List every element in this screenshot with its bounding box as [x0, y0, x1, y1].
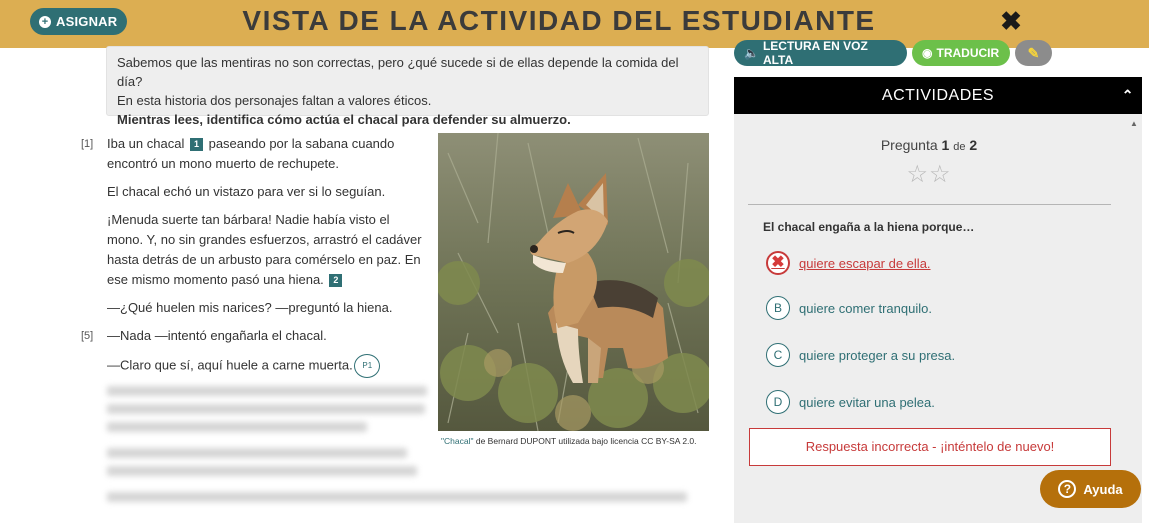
current-question-number: 1	[941, 137, 950, 153]
paragraph-number: [1]	[81, 138, 94, 150]
answer-text: quiere proteger a su presa.	[799, 347, 956, 363]
blurred-paragraph	[78, 386, 687, 502]
caption-credit: de Bernard DUPONT utilizada bajo licenci…	[473, 436, 697, 446]
story-paragraph: [5] —Nada —intentó engañarla el chacal.	[78, 326, 428, 346]
answer-text: quiere escapar de ella.	[799, 255, 931, 271]
toolbar: 🔈 LECTURA EN VOZ ALTA ◉ TRADUCIR ✎	[734, 39, 1052, 67]
globe-icon: ◉	[922, 46, 933, 60]
question-counter: Pregunta 1 de 2	[734, 137, 1124, 153]
divider	[748, 204, 1111, 205]
activities-header[interactable]: ACTIVIDADES ⌃	[734, 77, 1142, 114]
question-marker-p1[interactable]: P1	[354, 354, 381, 378]
answer-option-b[interactable]: B quiere comer tranquilo.	[766, 296, 932, 320]
jackal-photo	[438, 133, 709, 431]
option-letter: D	[766, 390, 790, 414]
help-button[interactable]: ? Ayuda	[1040, 470, 1141, 508]
story-text-segment: —Nada —intentó engañarla el chacal.	[107, 328, 327, 343]
chevron-up-icon[interactable]: ⌃	[1122, 77, 1134, 114]
read-aloud-label: LECTURA EN VOZ ALTA	[762, 39, 868, 67]
story-text: [1] Iba un chacal 1 paseando por la saba…	[78, 134, 687, 510]
total-questions: 2	[969, 137, 978, 153]
answer-text: quiere comer tranquilo.	[799, 300, 932, 316]
footnote-marker-1[interactable]: 1	[189, 138, 203, 152]
annotate-button[interactable]: ✎	[1015, 40, 1052, 66]
read-aloud-button[interactable]: 🔈 LECTURA EN VOZ ALTA	[734, 39, 907, 67]
question-word: Pregunta	[880, 137, 938, 153]
question-mark-icon: ?	[1058, 480, 1077, 498]
answer-option-a[interactable]: ✖ quiere escapar de ella.	[766, 251, 931, 275]
option-letter: C	[766, 343, 790, 367]
translate-button[interactable]: ◉ TRADUCIR	[912, 40, 1010, 66]
option-letter: B	[766, 296, 790, 320]
incorrect-feedback-banner: Respuesta incorrecta - ¡inténtelo de nue…	[749, 428, 1111, 466]
activities-panel: ACTIVIDADES ⌃ ▲ Pregunta 1 de 2 ☆☆ El ch…	[734, 77, 1142, 523]
pencil-icon: ✎	[1027, 44, 1040, 61]
story-paragraph: —¿Qué huelen mis narices? —preguntó la h…	[107, 300, 393, 315]
story-text-segment: ¡Menuda suerte tan bárbara! Nadie había …	[107, 212, 422, 287]
of-word: de	[953, 141, 966, 153]
footnote-marker-2[interactable]: 2	[329, 274, 343, 288]
page-title: VISTA DE LA ACTIVIDAD DEL ESTUDIANTE	[242, 5, 876, 36]
story-paragraph: ¡Menuda suerte tan bárbara! Nadie había …	[78, 210, 428, 290]
intro-line-1: Sabemos que las mentiras no son correcta…	[117, 55, 679, 89]
activities-title: ACTIVIDADES	[881, 87, 995, 104]
photo-caption: "Chacal" de Bernard DUPONT utilizada baj…	[441, 436, 709, 447]
intro-line-2: En esta historia dos personajes faltan a…	[117, 93, 432, 108]
help-label: Ayuda	[1083, 481, 1123, 497]
paragraph-number: [5]	[81, 330, 94, 342]
intro-line-3: Mientras lees, identifica cómo actúa el …	[117, 110, 698, 129]
story-paragraph: El chacal echó un vistazo para ver si lo…	[107, 184, 386, 199]
answer-option-d[interactable]: D quiere evitar una pelea.	[766, 390, 935, 414]
story-text-segment: —Claro que sí, aquí huele a carne muerta…	[107, 357, 353, 373]
scroll-up-arrow-icon[interactable]: ▲	[1130, 119, 1138, 128]
star-rating-icon: ☆☆	[906, 161, 952, 188]
translate-label: TRADUCIR	[936, 46, 1000, 60]
story-paragraph: —Claro que sí, aquí huele a carne muerta…	[78, 354, 428, 378]
wrong-answer-icon: ✖	[766, 251, 790, 275]
answer-text: quiere evitar una pelea.	[799, 394, 935, 410]
intro-instruction: Mientras lees, identifica cómo actúa el …	[117, 112, 571, 127]
close-icon[interactable]: ✖	[998, 8, 1024, 34]
story-paragraph: [1] Iba un chacal 1 paseando por la saba…	[78, 134, 428, 174]
intro-box: Sabemos que las mentiras no son correcta…	[106, 46, 709, 127]
question-prompt: El chacal engaña a la hiena porque…	[763, 220, 975, 234]
jackal-illustration	[438, 133, 709, 431]
speaker-icon: 🔈	[744, 46, 759, 60]
caption-title-link[interactable]: "Chacal"	[441, 436, 474, 446]
story-text-segment: Iba un chacal	[107, 136, 185, 151]
answer-option-c[interactable]: C quiere proteger a su presa.	[766, 343, 955, 367]
